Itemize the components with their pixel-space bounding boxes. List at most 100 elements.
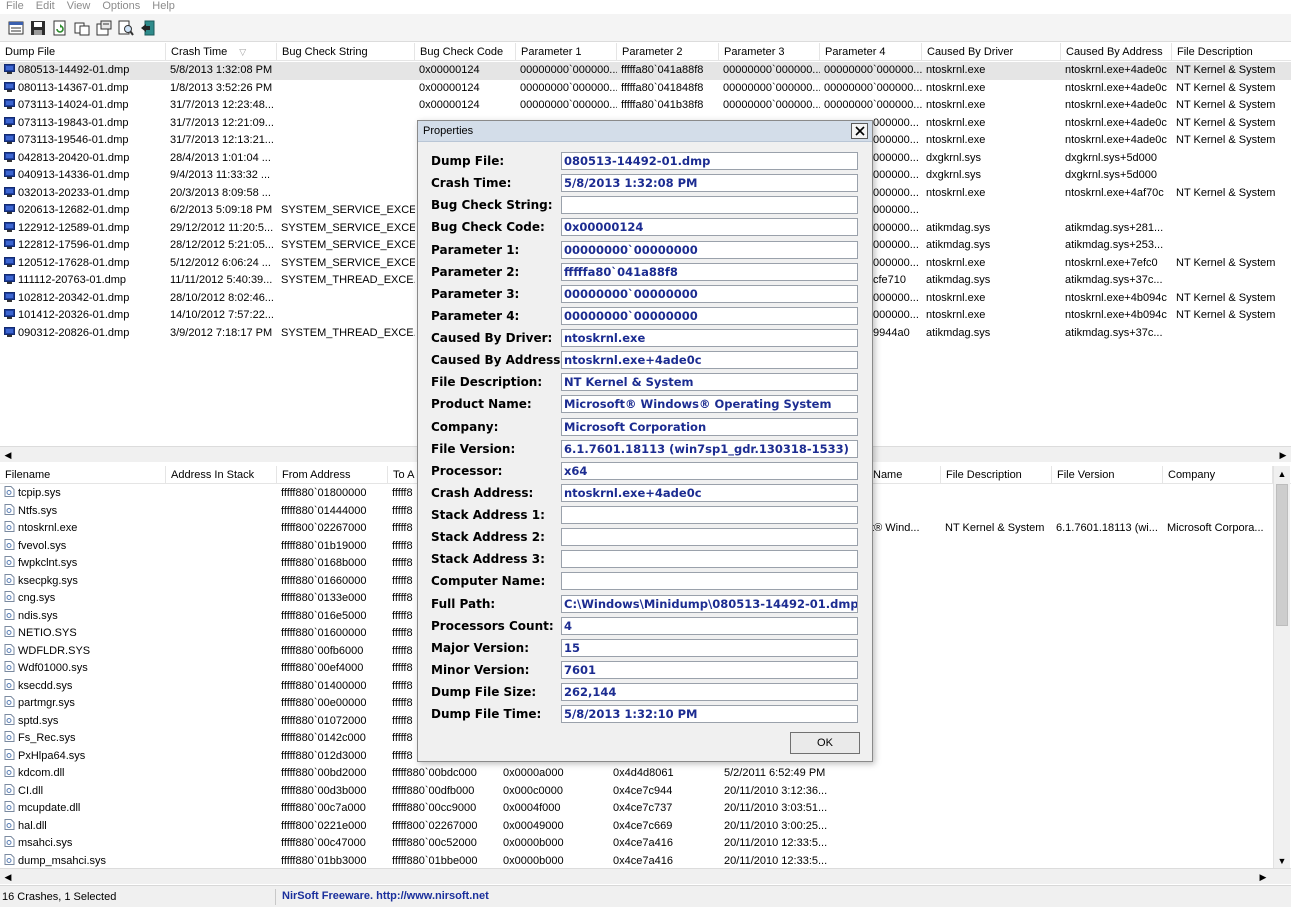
property-value-field[interactable]: C:\Windows\Minidump\080513-14492-01.dmp <box>561 594 858 613</box>
property-value-field[interactable]: x64 <box>561 461 858 480</box>
property-value-field[interactable] <box>561 528 858 547</box>
cell-product-name: ft® Wind... <box>868 520 941 537</box>
col-module-file-description[interactable]: File Description <box>941 466 1052 484</box>
col-dump-file[interactable]: Dump File <box>0 43 166 61</box>
col-caused-by-address[interactable]: Caused By Address <box>1061 43 1172 61</box>
property-value-field[interactable]: 4 <box>561 616 858 635</box>
col-parameter-2[interactable]: Parameter 2 <box>617 43 719 61</box>
property-value-field[interactable] <box>561 550 858 569</box>
property-value-field[interactable] <box>561 506 858 525</box>
col-address-in-stack[interactable]: Address In Stack <box>166 466 277 484</box>
col-bug-check-code[interactable]: Bug Check Code <box>415 43 516 61</box>
refresh-icon[interactable] <box>50 18 70 38</box>
table-row[interactable]: dump_msahci.sys fffff880`01bb3000 fffff880… <box>0 853 1291 869</box>
property-value-field[interactable]: 00000000`00000000 <box>561 240 858 259</box>
bottom-vscrollbar[interactable]: ▲ ▼ <box>1273 466 1290 869</box>
col-caused-by-driver[interactable]: Caused By Driver <box>922 43 1061 61</box>
col-from-address[interactable]: From Address <box>277 466 388 484</box>
html-report-icon[interactable] <box>94 18 114 38</box>
property-value-field[interactable]: ntoskrnl.exe+4ade0c <box>561 483 858 502</box>
cell-text: ntoskrnl.exe+4ade0c <box>1065 134 1167 146</box>
bottom-hscrollbar[interactable]: ◀ ▶ <box>0 868 1291 884</box>
property-value-field[interactable]: NT Kernel & System <box>561 373 858 392</box>
property-value-field[interactable]: ntoskrnl.exe <box>561 329 858 348</box>
cell-to-address: fffff800`02267000 <box>388 818 499 835</box>
exit-icon[interactable] <box>138 18 158 38</box>
menu-view[interactable]: View <box>61 0 97 14</box>
property-value-field[interactable] <box>561 196 858 215</box>
menu-file[interactable]: File <box>0 0 30 14</box>
table-row[interactable]: 073113-14024-01.dmp 31/7/2013 12:23:48...… <box>0 97 1291 115</box>
module-file-icon <box>4 783 15 795</box>
property-value-field[interactable]: 5/8/2013 1:32:10 PM <box>561 705 858 724</box>
scroll-right-icon[interactable]: ▶ <box>1255 869 1271 885</box>
close-icon[interactable] <box>851 123 868 139</box>
scroll-right-icon[interactable]: ▶ <box>1275 447 1291 463</box>
copy-icon[interactable] <box>72 18 92 38</box>
cell-filename: tcpip.sys <box>0 485 166 502</box>
col-crash-time[interactable]: Crash Time ▽ <box>166 43 277 61</box>
save-icon[interactable] <box>28 18 48 38</box>
table-row[interactable]: 080113-14367-01.dmp 1/8/2013 3:52:26 PM 0x… <box>0 80 1291 98</box>
property-value-field[interactable]: Microsoft® Windows® Operating System <box>561 395 858 414</box>
property-value-field[interactable]: 0x00000124 <box>561 218 858 237</box>
property-value-field[interactable] <box>561 572 858 591</box>
menu-edit[interactable]: Edit <box>30 0 61 14</box>
col-company[interactable]: Company <box>1163 466 1273 484</box>
ok-button[interactable]: OK <box>790 732 860 754</box>
col-parameter-1[interactable]: Parameter 1 <box>516 43 617 61</box>
table-row[interactable]: kdcom.dll fffff880`00bd2000 fffff880`00bdc… <box>0 765 1291 783</box>
dialog-title-bar[interactable]: Properties <box>418 121 872 142</box>
table-row[interactable]: 080513-14492-01.dmp 5/8/2013 1:32:08 PM 0x… <box>0 62 1291 80</box>
property-value-field[interactable]: 15 <box>561 638 858 657</box>
cell-caused-by-driver: ntoskrnl.exe <box>922 115 1061 132</box>
table-row[interactable]: mcupdate.dll fffff880`00c7a000 fffff880`00… <box>0 800 1291 818</box>
cell-caused-by-address: atikmdag.sys+281... <box>1061 220 1172 237</box>
cell-text: sptd.sys <box>18 714 59 727</box>
menu-help[interactable]: Help <box>146 0 181 14</box>
property-value-field[interactable]: ntoskrnl.exe+4ade0c <box>561 351 858 370</box>
properties-icon[interactable] <box>6 18 26 38</box>
property-value-field[interactable]: 00000000`00000000 <box>561 306 858 325</box>
col-parameter-4[interactable]: Parameter 4 <box>820 43 922 61</box>
property-value-field[interactable]: 7601 <box>561 660 858 679</box>
cell-text: ntoskrnl.exe <box>926 256 986 269</box>
property-value-field[interactable]: fffffa80`041a88f8 <box>561 262 858 281</box>
cell-filename: WDFLDR.SYS <box>0 643 166 660</box>
find-icon[interactable] <box>116 18 136 38</box>
scroll-left-icon[interactable]: ◀ <box>0 447 16 463</box>
col-filename[interactable]: Filename <box>0 466 166 484</box>
col-file-description[interactable]: File Description <box>1172 43 1291 61</box>
col-product-name[interactable]: Name <box>868 466 941 484</box>
table-row[interactable]: msahci.sys fffff880`00c47000 fffff880`00c5… <box>0 835 1291 853</box>
cell-text: 20/11/2010 3:12:36... <box>724 784 828 797</box>
col-file-version[interactable]: File Version <box>1052 466 1163 484</box>
scroll-up-icon[interactable]: ▲ <box>1274 466 1290 482</box>
col-to-address[interactable]: To A <box>388 466 418 484</box>
col-bug-check-string[interactable]: Bug Check String <box>277 43 415 61</box>
scroll-thumb[interactable] <box>1276 484 1288 626</box>
cell-text: NT Kernel & System <box>1176 186 1276 199</box>
property-label: Processors Count: <box>431 618 554 633</box>
cell-from-address: fffff880`00c47000 <box>277 835 388 852</box>
property-label: Product Name: <box>431 397 532 412</box>
property-value-field[interactable]: 262,144 <box>561 683 858 702</box>
table-row[interactable]: CI.dll fffff880`00d3b000 fffff880`00dfb000… <box>0 783 1291 801</box>
menu-options[interactable]: Options <box>96 0 146 14</box>
table-row[interactable]: hal.dll fffff800`0221e000 fffff800`0226700… <box>0 818 1291 836</box>
property-value-field[interactable]: 5/8/2013 1:32:08 PM <box>561 174 858 193</box>
property-value-field[interactable]: 080513-14492-01.dmp <box>561 152 858 170</box>
nirsoft-link[interactable]: NirSoft Freeware. http://www.nirsoft.net <box>282 889 489 905</box>
cell-filename: Wdf01000.sys <box>0 660 166 677</box>
property-value-field[interactable]: Microsoft Corporation <box>561 417 858 436</box>
cell-dump-file: 073113-19843-01.dmp <box>0 115 166 132</box>
scroll-left-icon[interactable]: ◀ <box>0 869 16 885</box>
cell-text: 5/8/2013 1:32:08 PM <box>170 64 273 76</box>
cell-text: ntoskrnl.exe+7efc0 <box>1065 256 1158 269</box>
property-value-field[interactable]: 6.1.7601.18113 (win7sp1_gdr.130318-1533) <box>561 439 858 458</box>
cell-text: fvevol.sys <box>18 539 67 552</box>
property-value-field[interactable]: 00000000`00000000 <box>561 284 858 303</box>
scroll-down-icon[interactable]: ▼ <box>1274 853 1290 869</box>
col-parameter-3[interactable]: Parameter 3 <box>719 43 820 61</box>
module-file-icon <box>4 696 15 707</box>
